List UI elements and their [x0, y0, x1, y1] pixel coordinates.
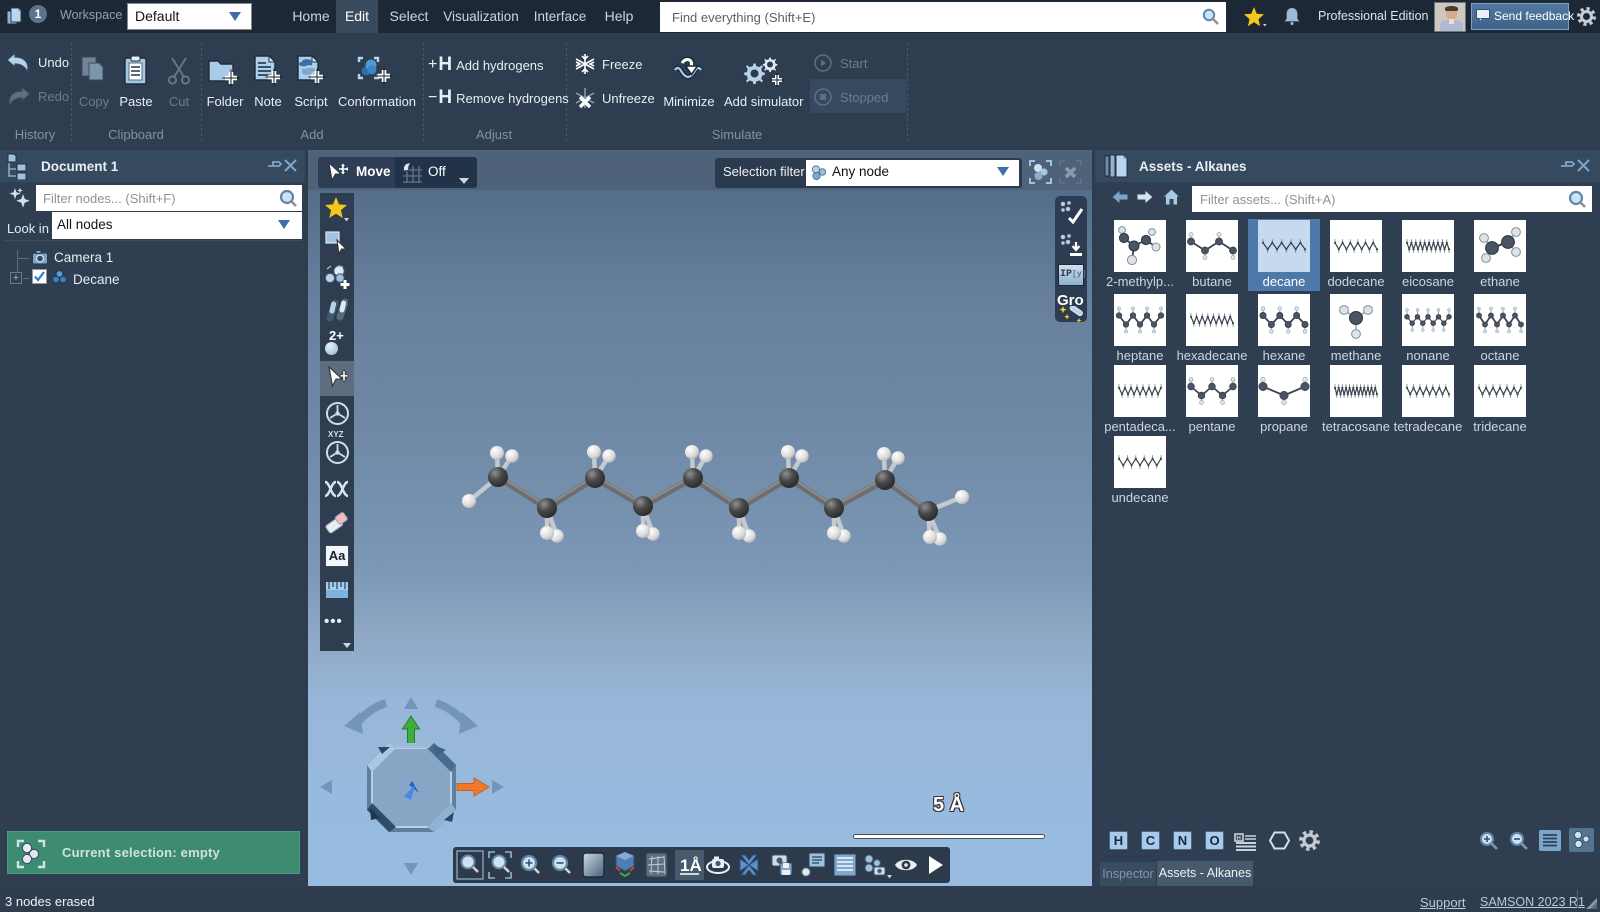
svg-text:1Å: 1Å — [680, 856, 702, 875]
svg-text:H: H — [1237, 836, 1241, 842]
